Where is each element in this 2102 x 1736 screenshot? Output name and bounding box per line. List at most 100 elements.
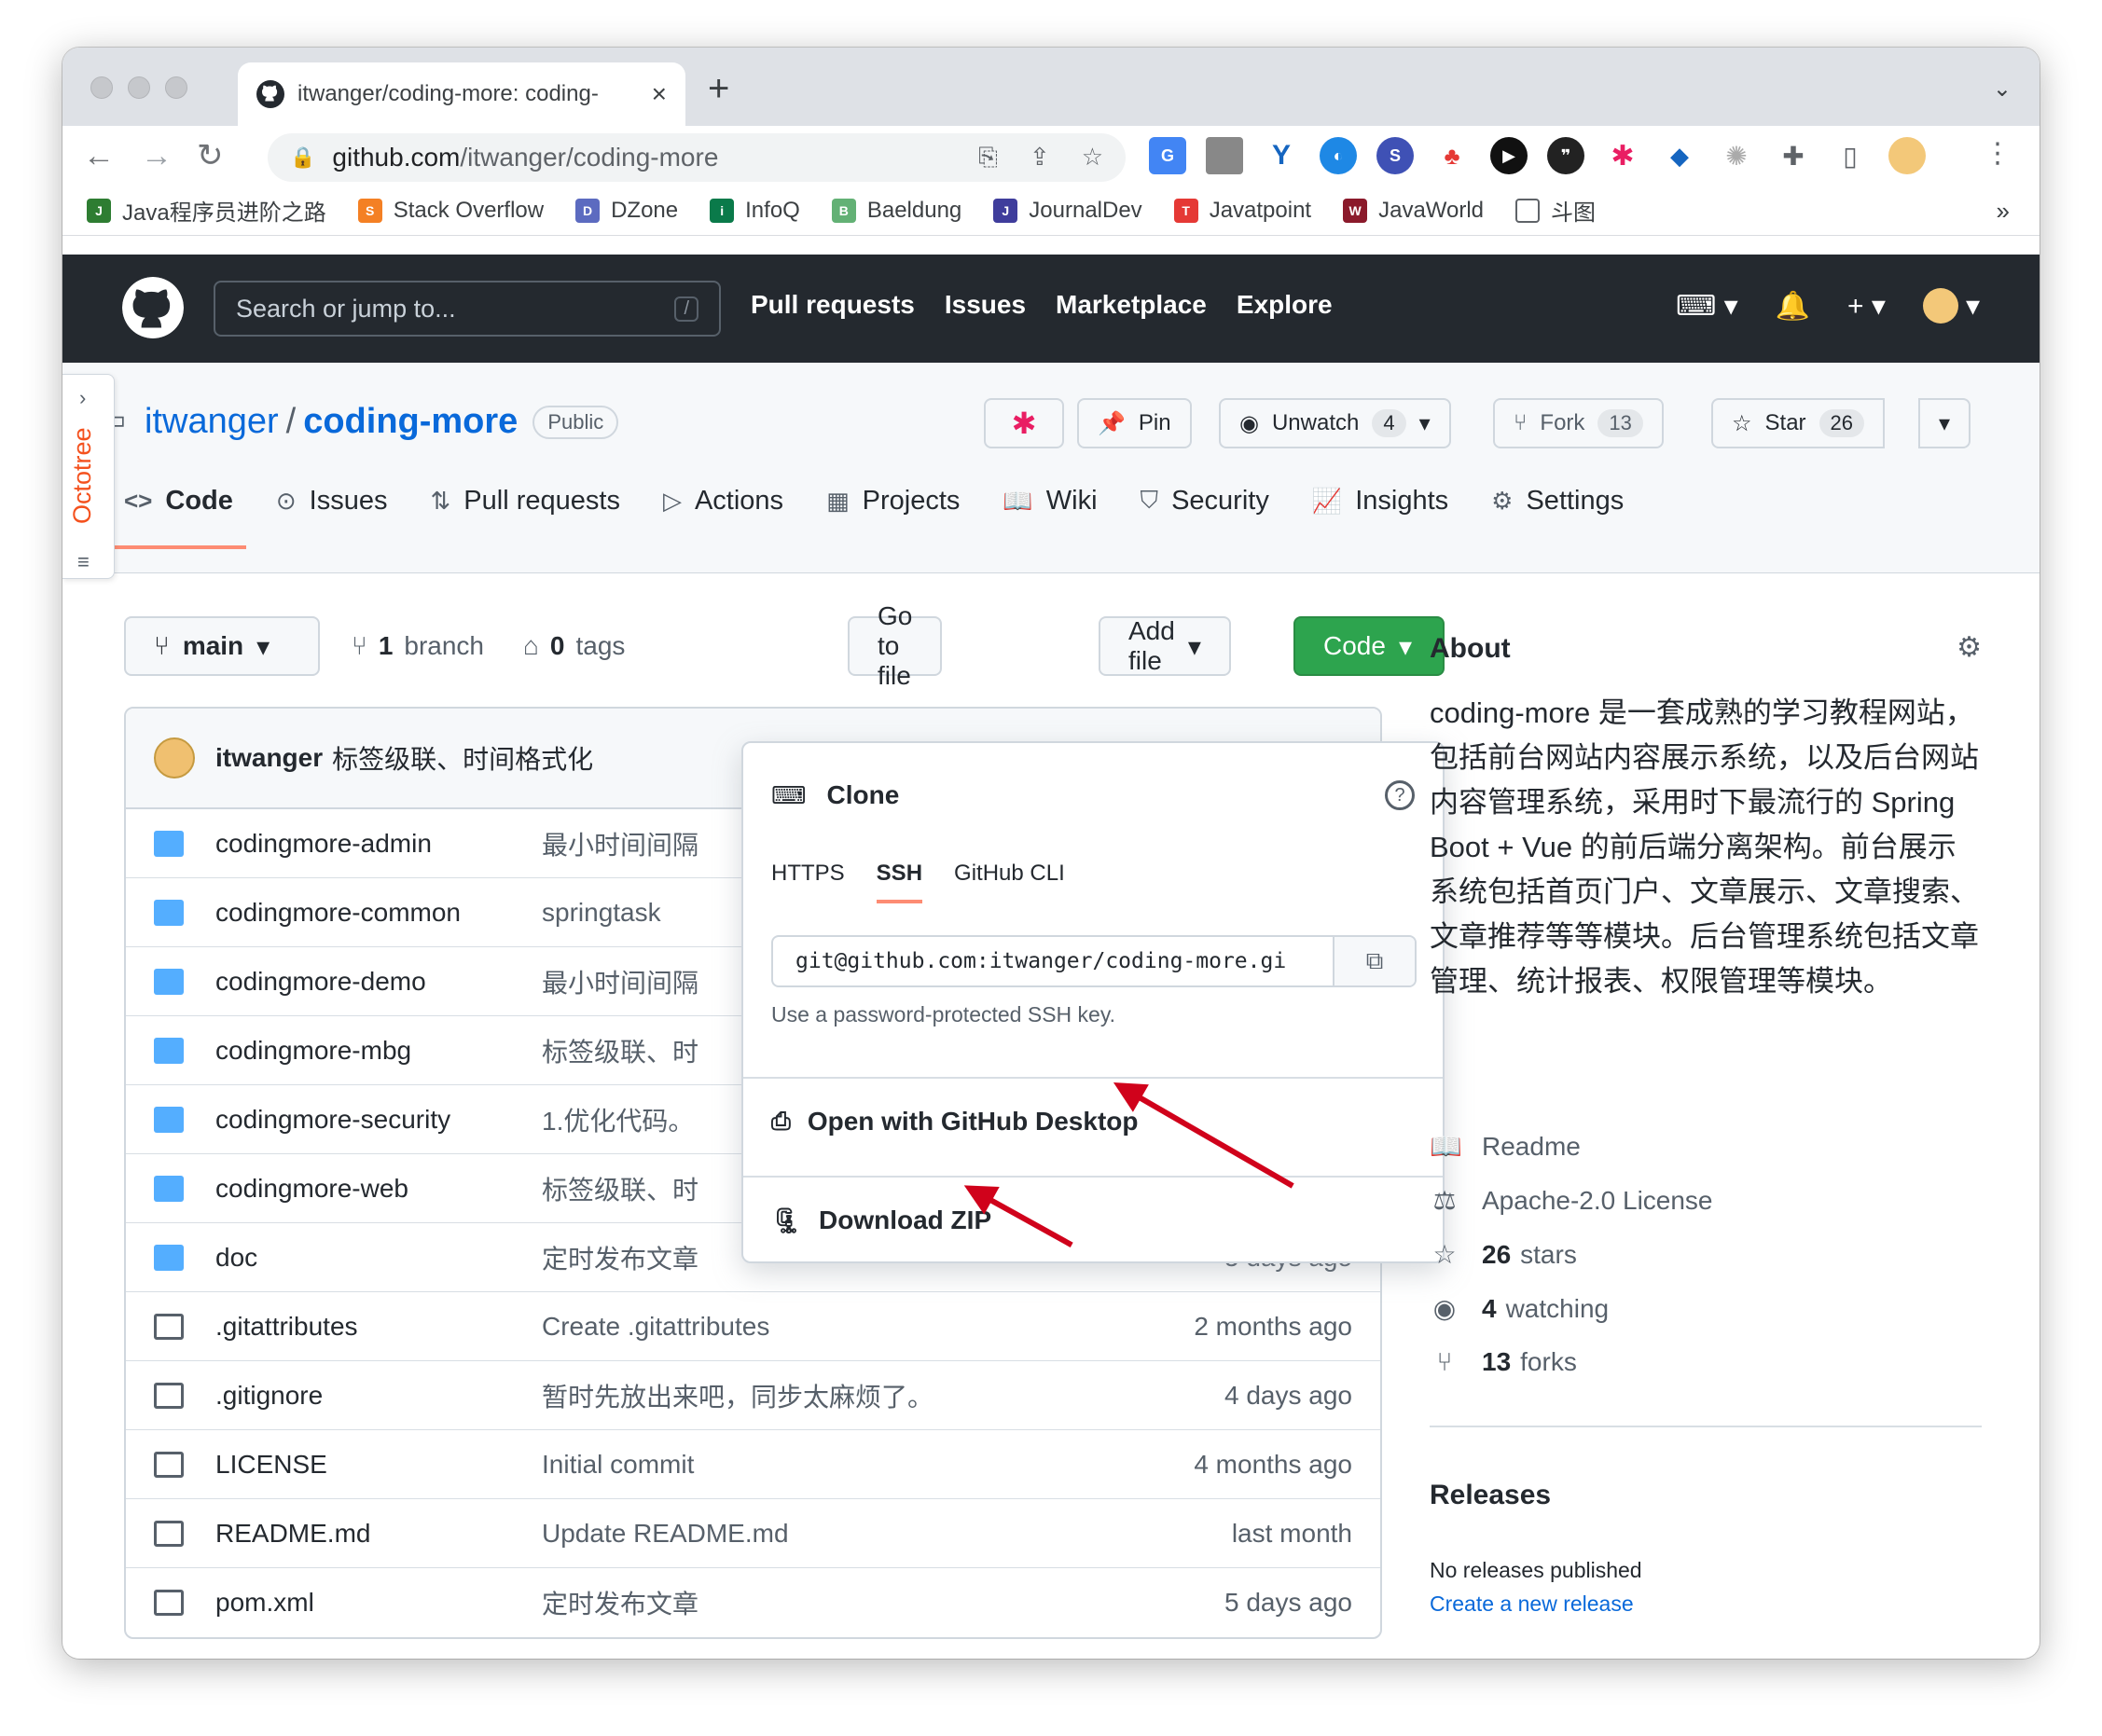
file-name[interactable]: codingmore-security	[215, 1105, 450, 1135]
new-tab-button[interactable]: +	[708, 68, 729, 109]
notifications-bell-icon[interactable]: 🔔	[1776, 290, 1810, 323]
bookmark-item[interactable]: i InfoQ	[710, 198, 800, 224]
forks-link[interactable]: ⑂ 13 forks	[1430, 1347, 1577, 1377]
gear-icon[interactable]: ⚙	[1957, 631, 1982, 664]
extension-s-icon[interactable]: S	[1376, 137, 1414, 174]
file-name[interactable]: codingmore-web	[215, 1174, 408, 1204]
browser-menu-icon[interactable]: ⋮	[1984, 137, 2012, 170]
tab-code[interactable]: <> Code	[111, 452, 246, 549]
file-name[interactable]: pom.xml	[215, 1588, 314, 1618]
create-release-link[interactable]: Create a new release	[1430, 1591, 1634, 1617]
add-file-button[interactable]: Add file ▾	[1099, 616, 1231, 676]
minimize-window-button[interactable]	[128, 76, 150, 99]
unwatch-button[interactable]: ◉ Unwatch 4 ▾	[1219, 398, 1451, 448]
tab-issues[interactable]: ⊙ Issues	[276, 452, 388, 549]
file-commit-message[interactable]: 定时发布文章	[542, 1584, 698, 1621]
watching-link[interactable]: ◉ 4 watching	[1430, 1293, 1609, 1324]
file-commit-message[interactable]: Create .gitattributes	[542, 1312, 769, 1342]
tags-link[interactable]: ⌂ 0 tags	[523, 631, 625, 661]
nav-pull-requests[interactable]: Pull requests	[751, 290, 915, 320]
file-name[interactable]: README.md	[215, 1519, 370, 1549]
open-github-desktop-item[interactable]: ⎙ Open with GitHub Desktop	[771, 1107, 1138, 1137]
fork-button[interactable]: ⑂ Fork 13	[1493, 398, 1664, 448]
file-commit-message[interactable]: 标签级联、时	[542, 1170, 698, 1207]
file-name[interactable]: codingmore-mbg	[215, 1036, 411, 1066]
tab-ssh[interactable]: SSH	[876, 861, 923, 903]
file-commit-message[interactable]: 1.优化代码。	[542, 1101, 694, 1138]
file-commit-message[interactable]: 最小时间间隔	[542, 963, 698, 1000]
table-row[interactable]: README.md Update README.md last month	[126, 1499, 1380, 1568]
bookmark-item[interactable]: B Baeldung	[831, 198, 961, 224]
bookmark-item[interactable]: T Javatpoint	[1173, 198, 1311, 224]
tab-pull-requests[interactable]: ⇅ Pull requests	[431, 452, 620, 549]
github-search-input[interactable]: Search or jump to... /	[214, 281, 721, 337]
bookmark-item[interactable]: W JavaWorld	[1343, 198, 1484, 224]
file-commit-message[interactable]: Update README.md	[542, 1519, 789, 1549]
reload-button[interactable]: ↻	[197, 137, 224, 174]
file-name[interactable]: .gitattributes	[215, 1312, 358, 1342]
lock-icon[interactable]: 🔒	[290, 145, 315, 170]
table-row[interactable]: .gitattributes Create .gitattributes 2 mon…	[126, 1292, 1380, 1361]
extensions-puzzle-icon[interactable]: ✚	[1775, 137, 1812, 174]
file-name[interactable]: codingmore-common	[215, 898, 461, 928]
file-name[interactable]: LICENSE	[215, 1450, 327, 1480]
license-link[interactable]: ⚖ Apache-2.0 License	[1430, 1185, 1712, 1216]
bookmarks-overflow-button[interactable]: »	[1997, 197, 2010, 226]
address-bar[interactable]: 🔒 github.com/itwanger/coding-more ⎘ ⇪ ☆	[268, 133, 1126, 182]
close-window-button[interactable]	[90, 76, 113, 99]
help-icon[interactable]: ?	[1385, 780, 1415, 810]
commit-author[interactable]: itwanger	[215, 743, 323, 773]
extension-chat-icon[interactable]: ❞	[1547, 137, 1584, 174]
commit-message[interactable]: 标签级联、时间格式化	[332, 739, 593, 777]
sponsor-extension-button[interactable]: ✱	[984, 398, 1064, 448]
file-commit-message[interactable]: 暂时先放出来吧，同步太麻烦了。	[542, 1377, 933, 1414]
file-name[interactable]: codingmore-demo	[215, 967, 426, 997]
repo-owner-link[interactable]: itwanger	[145, 402, 279, 442]
close-tab-icon[interactable]: ×	[652, 79, 667, 109]
nav-explore[interactable]: Explore	[1237, 290, 1333, 320]
octotree-sidebar-toggle[interactable]: › Octotree ≡	[62, 374, 115, 579]
copy-icon[interactable]: ⧉	[1333, 937, 1415, 985]
star-button[interactable]: ☆ Star 26	[1711, 398, 1886, 448]
extension-tree-icon[interactable]: ♣	[1433, 137, 1471, 174]
side-panel-icon[interactable]: ▯	[1832, 137, 1869, 174]
tab-https[interactable]: HTTPS	[771, 861, 845, 887]
tab-security[interactable]: ⛉ Security	[1141, 452, 1269, 549]
releases-heading[interactable]: Releases	[1430, 1480, 1551, 1511]
create-new-icon[interactable]: + ▾	[1847, 290, 1886, 323]
extension-play-icon[interactable]: ▶	[1490, 137, 1528, 174]
tab-wiki[interactable]: 📖 Wiki	[1003, 452, 1097, 549]
pin-button[interactable]: 📌 Pin	[1077, 398, 1192, 448]
table-row[interactable]: pom.xml 定时发布文章 5 days ago	[126, 1568, 1380, 1637]
google-translate-extension-icon[interactable]: G	[1149, 137, 1186, 174]
tab-github-cli[interactable]: GitHub CLI	[954, 861, 1065, 887]
profile-avatar[interactable]	[1888, 137, 1926, 174]
branch-select-button[interactable]: ⑂ main ▾	[124, 616, 320, 676]
extension-globe-icon[interactable]: ◐	[1320, 137, 1357, 174]
back-button[interactable]: ←	[83, 137, 115, 174]
extension-square-icon[interactable]	[1206, 137, 1243, 174]
command-palette-icon[interactable]: ⌨ ▾	[1676, 290, 1738, 323]
clone-url-field[interactable]: git@github.com:itwanger/coding-more.gi ⧉	[771, 935, 1417, 987]
bookmark-item[interactable]: J Java程序员进阶之路	[87, 194, 326, 227]
file-commit-message[interactable]: Initial commit	[542, 1450, 694, 1480]
translate-icon[interactable]: ⎘	[978, 143, 998, 172]
table-row[interactable]: LICENSE Initial commit 4 months ago	[126, 1430, 1380, 1499]
nav-issues[interactable]: Issues	[945, 290, 1026, 320]
bookmark-star-icon[interactable]: ☆	[1082, 143, 1103, 172]
readme-link[interactable]: 📖 Readme	[1430, 1131, 1581, 1162]
tab-actions[interactable]: ▷ Actions	[663, 452, 783, 549]
repo-name-link[interactable]: coding-more	[303, 402, 518, 442]
bookmark-item[interactable]: 斗图	[1515, 194, 1596, 227]
extension-cap-icon[interactable]: ◆	[1661, 137, 1698, 174]
download-zip-item[interactable]: 🗜 Download ZIP	[771, 1206, 991, 1235]
file-commit-message[interactable]: 标签级联、时	[542, 1032, 698, 1069]
file-commit-message[interactable]: 定时发布文章	[542, 1239, 698, 1276]
extension-asterisk-icon[interactable]: ✱	[1604, 137, 1641, 174]
tab-projects[interactable]: ▦ Projects	[826, 452, 960, 549]
table-row[interactable]: .gitignore 暂时先放出来吧，同步太麻烦了。 4 days ago	[126, 1361, 1380, 1430]
github-logo-icon[interactable]	[122, 277, 184, 338]
avatar[interactable]	[154, 737, 195, 778]
bookmark-item[interactable]: S Stack Overflow	[357, 198, 544, 224]
tab-insights[interactable]: 📈 Insights	[1312, 452, 1448, 549]
